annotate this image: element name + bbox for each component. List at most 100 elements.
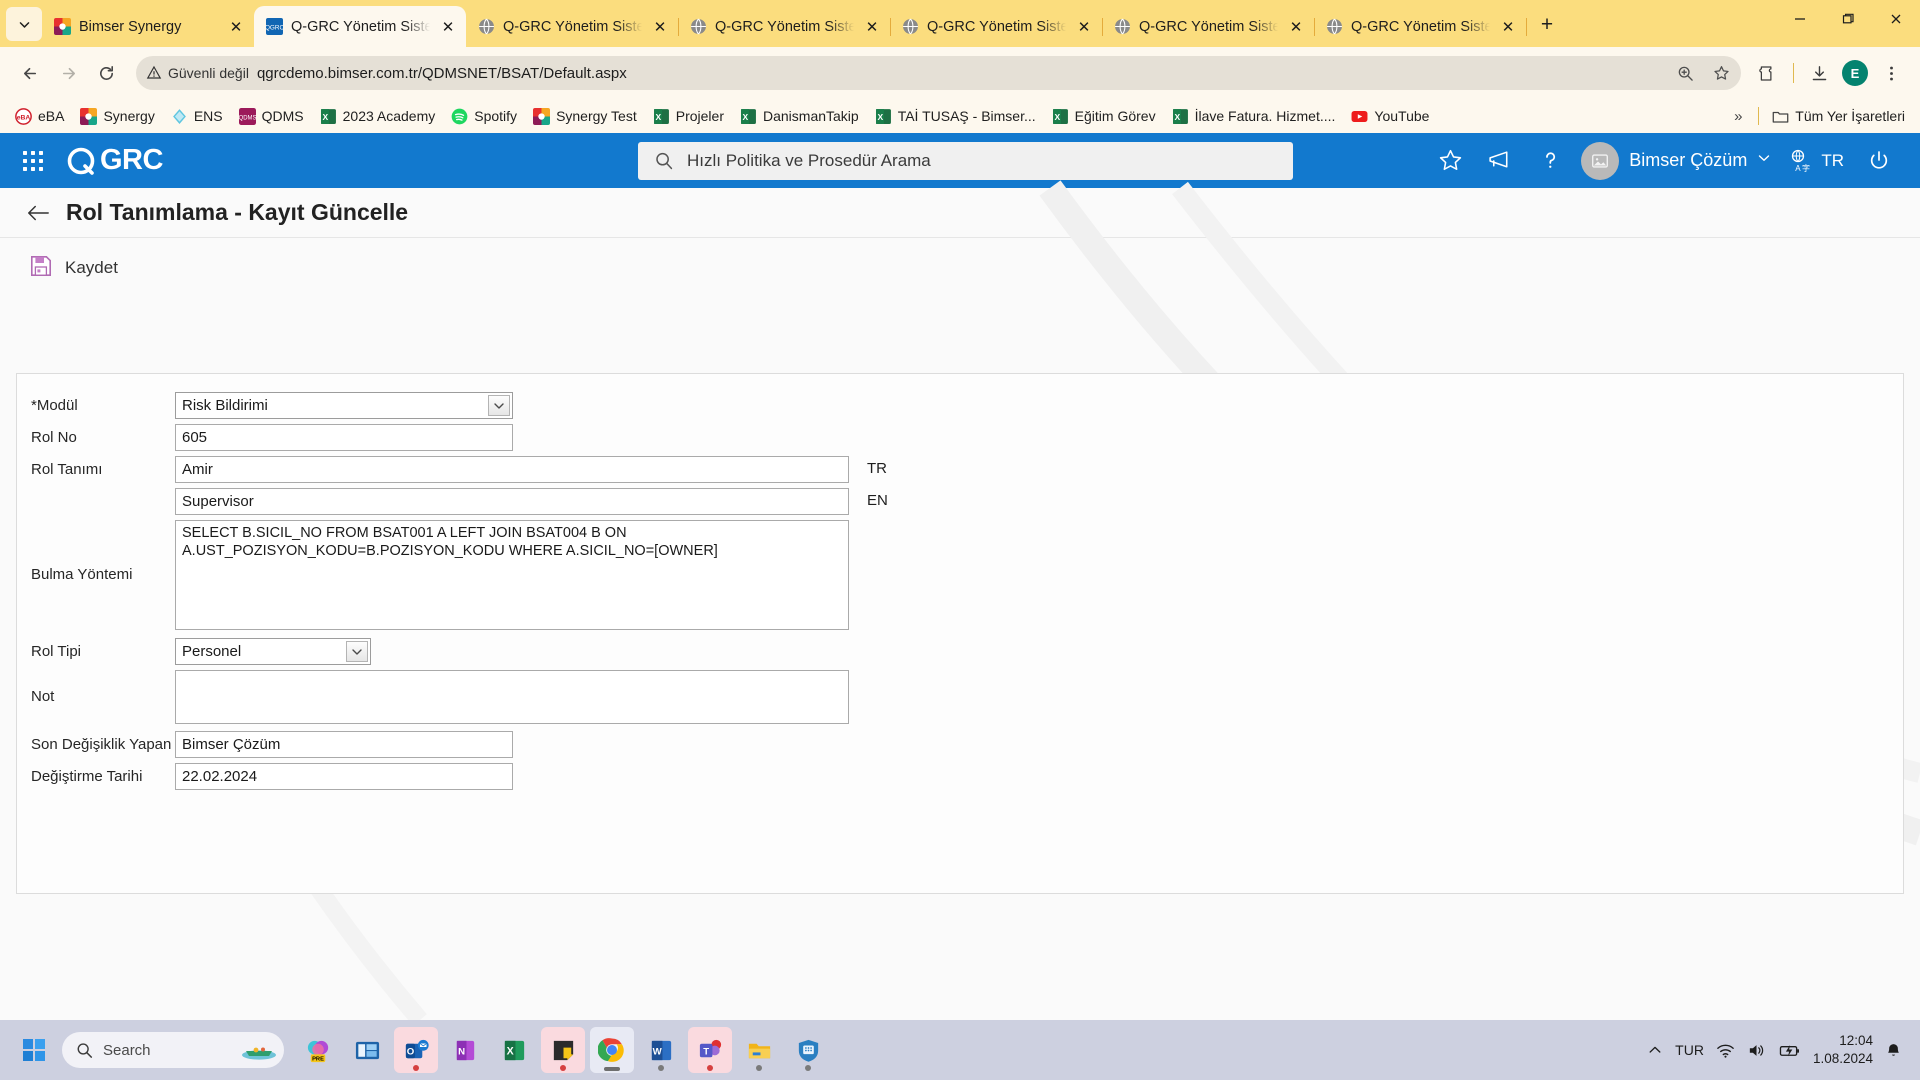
tab-close-icon[interactable]: ✕ bbox=[650, 17, 670, 37]
rol-tanimi-tr-input[interactable]: Amir bbox=[175, 456, 849, 483]
keyboard-language[interactable]: TUR bbox=[1675, 1042, 1704, 1058]
minimize-button[interactable] bbox=[1776, 0, 1824, 38]
back-button[interactable] bbox=[12, 55, 48, 91]
bookmark-item[interactable]: X Eğitim Görev bbox=[1045, 104, 1163, 129]
announcements-icon[interactable] bbox=[1477, 138, 1523, 184]
bookmark-item[interactable]: X Projeler bbox=[646, 104, 731, 129]
back-arrow-icon[interactable] bbox=[24, 199, 52, 227]
bookmark-item[interactable]: ENS bbox=[164, 104, 230, 129]
clock[interactable]: 12:04 1.08.2024 bbox=[1813, 1032, 1873, 1068]
degistirme-tarihi-input[interactable]: 22.02.2024 bbox=[175, 763, 513, 790]
tab-close-icon[interactable]: ✕ bbox=[1498, 17, 1518, 37]
sticky-notes-icon[interactable] bbox=[541, 1027, 585, 1073]
teams-icon[interactable]: T bbox=[688, 1027, 732, 1073]
task-view-icon[interactable] bbox=[345, 1027, 389, 1073]
app-grid-icon[interactable] bbox=[18, 146, 48, 176]
profile-avatar[interactable]: E bbox=[1838, 56, 1872, 90]
chrome-icon[interactable] bbox=[590, 1027, 634, 1073]
word-icon[interactable]: W bbox=[639, 1027, 683, 1073]
downloads-icon[interactable] bbox=[1802, 56, 1836, 90]
modul-select-value: Risk Bildirimi bbox=[182, 397, 268, 414]
excel-icon[interactable]: X bbox=[492, 1027, 536, 1073]
onenote-icon[interactable]: N bbox=[443, 1027, 487, 1073]
tab-close-icon[interactable]: ✕ bbox=[438, 17, 458, 37]
not-textarea[interactable] bbox=[175, 670, 849, 724]
browser-tab[interactable]: Q-GRC Yönetim Siste ✕ bbox=[466, 6, 679, 47]
bookmark-star-icon[interactable] bbox=[1707, 59, 1735, 87]
security-status[interactable]: Güvenli değil bbox=[146, 65, 249, 81]
field-label-not: Not bbox=[31, 688, 55, 705]
browser-tab[interactable]: Q-GRC Yönetim Siste ✕ bbox=[1102, 6, 1315, 47]
new-tab-button[interactable]: + bbox=[1532, 10, 1562, 40]
page-content: GRC Hızlı Politika ve Prosedür Arama Bim… bbox=[0, 133, 1920, 1020]
bookmark-item[interactable]: Spotify bbox=[444, 104, 524, 129]
language-switcher[interactable]: A 字 TR bbox=[1781, 148, 1852, 174]
search-icon bbox=[656, 152, 673, 169]
forward-button[interactable] bbox=[50, 55, 86, 91]
modul-select[interactable]: Risk Bildirimi bbox=[175, 392, 513, 419]
zoom-icon[interactable] bbox=[1671, 59, 1699, 87]
browser-tab-active[interactable]: QGRC Q-GRC Yönetim Siste ✕ bbox=[254, 6, 466, 47]
all-bookmarks-button[interactable]: Tüm Yer İşaretleri bbox=[1765, 104, 1912, 129]
security-icon[interactable] bbox=[786, 1027, 830, 1073]
taskbar-search[interactable]: Search bbox=[62, 1032, 284, 1068]
bookmark-item[interactable]: X 2023 Academy bbox=[313, 104, 443, 129]
browser-tab[interactable]: Q-GRC Yönetim Siste ✕ bbox=[1314, 6, 1527, 47]
copilot-icon[interactable]: PRE bbox=[296, 1027, 340, 1073]
bookmarks-bar: eBA eBA Synergy ENS QDMS QDMS X 2023 Aca… bbox=[0, 99, 1920, 133]
close-window-button[interactable] bbox=[1872, 0, 1920, 38]
reload-button[interactable] bbox=[88, 55, 124, 91]
bookmark-item[interactable]: Synergy bbox=[73, 104, 161, 129]
rol-tipi-select[interactable]: Personel bbox=[175, 638, 371, 665]
youtube-icon bbox=[1351, 110, 1368, 122]
outlook-icon[interactable]: O bbox=[394, 1027, 438, 1073]
bookmark-item[interactable]: X DanismanTakip bbox=[733, 104, 866, 129]
field-label-modul: *Modül bbox=[31, 397, 78, 414]
rol-tanimi-en-input[interactable]: Supervisor bbox=[175, 488, 849, 515]
bulma-yontemi-textarea[interactable]: SELECT B.SICIL_NO FROM BSAT001 A LEFT JO… bbox=[175, 520, 849, 630]
bimser-synergy-icon bbox=[80, 107, 98, 125]
favorites-icon[interactable] bbox=[1427, 138, 1473, 184]
tab-title: Q-GRC Yönetim Siste bbox=[1351, 18, 1490, 35]
chevron-down-icon[interactable] bbox=[488, 395, 510, 416]
help-icon[interactable] bbox=[1527, 138, 1573, 184]
bookmark-item[interactable]: X İlave Fatura. Hizmet.... bbox=[1165, 104, 1343, 129]
bookmark-item[interactable]: X TAİ TUSAŞ - Bimser... bbox=[868, 104, 1043, 129]
excel-icon: X bbox=[320, 108, 336, 124]
quick-search-box[interactable]: Hızlı Politika ve Prosedür Arama bbox=[638, 141, 1293, 180]
address-bar[interactable]: Güvenli değil qgrcdemo.bimser.com.tr/QDM… bbox=[136, 56, 1741, 90]
bell-icon[interactable] bbox=[1885, 1042, 1902, 1059]
battery-charging-icon[interactable] bbox=[1778, 1041, 1801, 1060]
file-explorer-icon[interactable] bbox=[737, 1027, 781, 1073]
tab-close-icon[interactable]: ✕ bbox=[226, 17, 246, 37]
bookmarks-overflow-button[interactable]: » bbox=[1724, 103, 1752, 129]
maximize-restore-button[interactable] bbox=[1824, 0, 1872, 38]
tab-close-icon[interactable]: ✕ bbox=[1286, 17, 1306, 37]
tab-close-icon[interactable]: ✕ bbox=[1074, 17, 1094, 37]
wifi-icon[interactable] bbox=[1716, 1041, 1735, 1060]
more-vertical-icon[interactable] bbox=[1874, 56, 1908, 90]
extensions-icon[interactable] bbox=[1751, 56, 1785, 90]
chevron-down-icon[interactable] bbox=[346, 641, 368, 662]
son-degisiklik-yapan-input[interactable]: Bimser Çözüm bbox=[175, 731, 513, 758]
volume-icon[interactable] bbox=[1747, 1041, 1766, 1060]
bookmark-item[interactable]: eBA eBA bbox=[8, 104, 71, 129]
browser-tab[interactable]: Bimser Synergy ✕ bbox=[42, 6, 255, 47]
svg-text:A: A bbox=[1796, 164, 1802, 173]
browser-tab[interactable]: Q-GRC Yönetim Siste ✕ bbox=[678, 6, 891, 47]
tab-close-icon[interactable]: ✕ bbox=[862, 17, 882, 37]
power-icon[interactable] bbox=[1856, 138, 1902, 184]
browser-tab[interactable]: Q-GRC Yönetim Siste ✕ bbox=[890, 6, 1103, 47]
field-control: 22.02.2024 bbox=[175, 763, 513, 790]
windows-start-icon[interactable] bbox=[12, 1028, 56, 1072]
bookmark-item[interactable]: Synergy Test bbox=[526, 104, 644, 129]
rol-no-input[interactable]: 605 bbox=[175, 424, 513, 451]
bookmark-item[interactable]: YouTube bbox=[1344, 104, 1436, 129]
bookmark-item[interactable]: QDMS QDMS bbox=[232, 104, 311, 129]
user-menu[interactable]: Bimser Çözüm bbox=[1577, 141, 1777, 180]
tab-search-chevron-down-icon[interactable] bbox=[6, 7, 42, 41]
save-button[interactable]: Kaydet bbox=[30, 255, 118, 282]
bookmark-label: YouTube bbox=[1374, 108, 1430, 124]
chevron-up-icon[interactable] bbox=[1647, 1042, 1663, 1058]
grc-logo[interactable]: GRC bbox=[66, 144, 163, 178]
